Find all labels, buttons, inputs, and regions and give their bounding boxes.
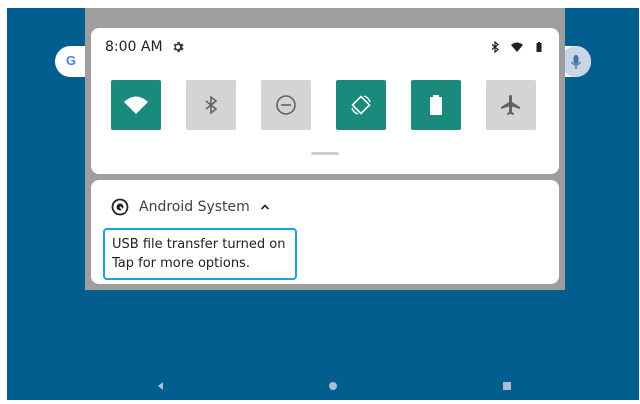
device-screen: G 8:00 AM Android System USB file transf… (7, 8, 639, 400)
shade-status-row: 8:00 AM (105, 38, 545, 56)
recents-icon[interactable] (501, 380, 513, 392)
back-icon[interactable] (155, 380, 167, 392)
shade-drag-handle[interactable] (311, 152, 339, 155)
do-not-disturb-icon (276, 95, 296, 115)
notification-shade: 8:00 AM Android System USB file transfer… (85, 8, 565, 290)
chevron-up-icon[interactable] (260, 202, 270, 212)
notification-text: Tap for more options. (112, 256, 250, 271)
tile-do-not-disturb[interactable] (261, 80, 311, 130)
quick-settings-tiles (111, 80, 536, 130)
tile-auto-rotate[interactable] (336, 80, 386, 130)
bluetooth-icon (205, 95, 218, 115)
battery-icon (536, 42, 542, 52)
google-logo: G (65, 53, 77, 68)
notification-body[interactable]: USB file transfer turned on Tap for more… (103, 228, 297, 280)
tile-wifi[interactable] (111, 80, 161, 130)
android-system-icon (111, 198, 129, 216)
notification-card[interactable]: Android System USB file transfer turned … (91, 180, 559, 284)
navigation-bar (7, 374, 639, 400)
gear-icon[interactable] (171, 40, 185, 54)
notification-app-name: Android System (139, 199, 250, 215)
status-icons (489, 41, 545, 53)
airplane-icon (501, 95, 520, 115)
quick-settings-panel: 8:00 AM (91, 28, 559, 174)
battery-icon (430, 95, 442, 115)
bluetooth-icon (491, 41, 499, 53)
tile-airplane-mode[interactable] (486, 80, 536, 130)
tile-bluetooth[interactable] (186, 80, 236, 130)
notification-title: USB file transfer turned on (112, 237, 286, 252)
microphone-icon (570, 55, 582, 69)
auto-rotate-icon (351, 95, 371, 115)
notification-header[interactable]: Android System (111, 198, 270, 216)
clock: 8:00 AM (105, 39, 163, 55)
voice-search-button[interactable] (561, 46, 591, 77)
tile-battery-saver[interactable] (411, 80, 461, 130)
home-icon[interactable] (327, 380, 339, 392)
wifi-icon (124, 96, 148, 114)
wifi-icon (511, 42, 523, 52)
